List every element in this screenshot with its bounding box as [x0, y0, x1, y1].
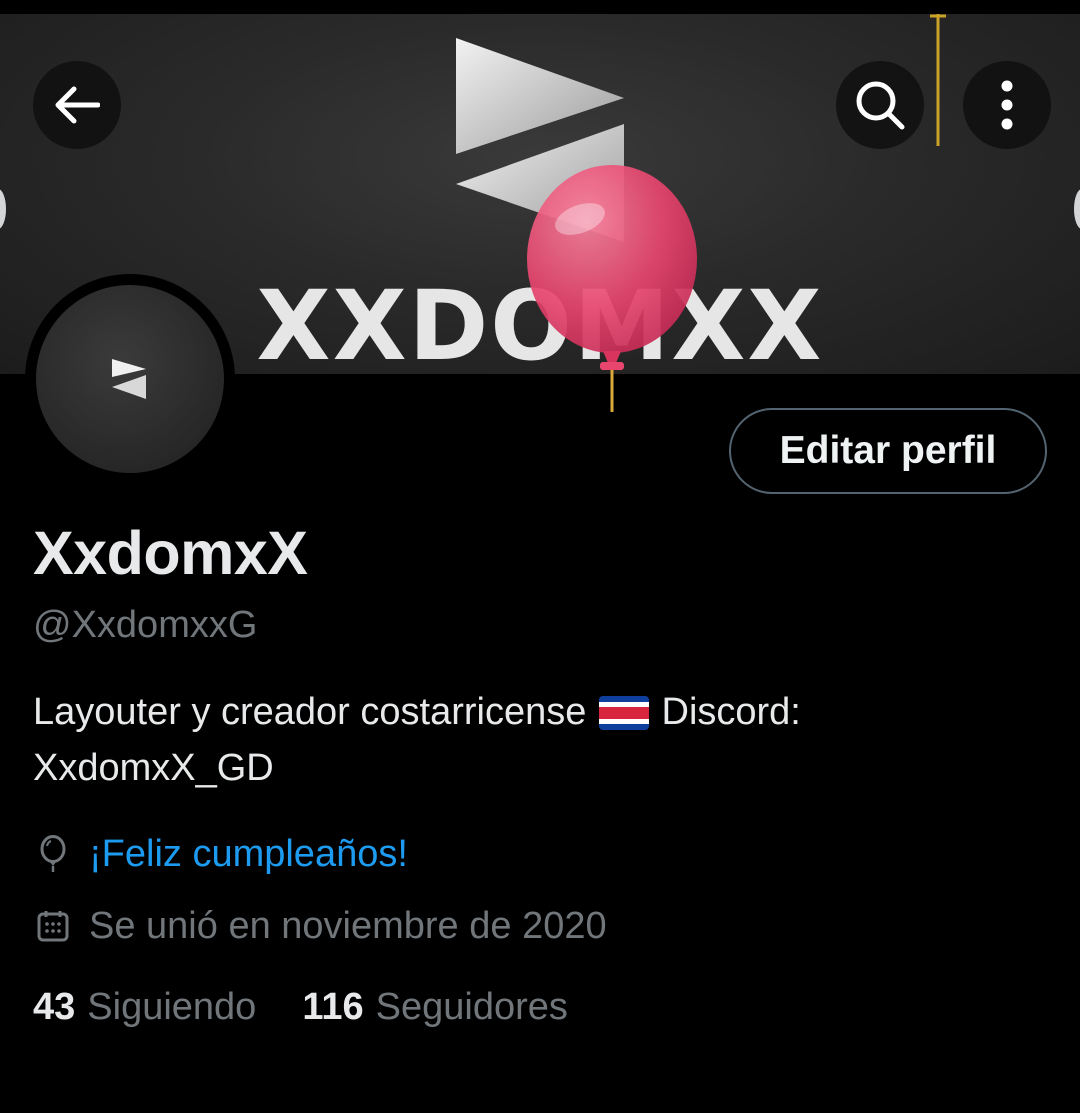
joined-date-text: Se unió en noviembre de 2020 [89, 904, 607, 947]
profile-bio: Layouter y creador costarricense Discord… [33, 684, 1043, 796]
edit-profile-button[interactable]: Editar perfil [729, 408, 1047, 494]
followers-label: Seguidores [375, 986, 568, 1028]
avatar [36, 285, 224, 473]
costa-rica-flag-icon [598, 696, 649, 730]
more-options-button[interactable] [963, 61, 1051, 149]
back-button[interactable] [33, 61, 121, 149]
avatar-logo-icon [112, 359, 146, 399]
more-vertical-icon [1001, 80, 1013, 130]
calendar-icon [33, 902, 73, 950]
following-count: 43 [33, 986, 76, 1028]
follow-stats: 43 Siguiendo 116 Seguidores [33, 986, 568, 1029]
arrow-left-icon [55, 86, 100, 124]
user-handle: @XxdomxxG [33, 604, 258, 646]
balloon-string [610, 370, 614, 412]
joined-date-row: Se unió en noviembre de 2020 [33, 902, 607, 950]
display-name: XxdomxX [33, 519, 308, 587]
following-label: Siguiendo [87, 986, 257, 1028]
followers-stat[interactable]: 116 Seguidores [302, 986, 568, 1029]
search-icon [856, 81, 905, 130]
birthday-row[interactable]: ¡Feliz cumpleaños! [33, 830, 408, 878]
following-stat[interactable]: 43 Siguiendo [33, 986, 256, 1029]
profile-page: XXDOMXX Editar perfil XxdomxX @XxdomxxG … [0, 0, 1080, 1113]
bio-text-part-1: Layouter y creador costarricense [33, 691, 597, 733]
search-button[interactable] [836, 61, 924, 149]
status-bar [0, 0, 1080, 14]
followers-count: 116 [302, 986, 364, 1028]
balloon-icon [33, 830, 73, 878]
birthday-link[interactable]: ¡Feliz cumpleaños! [89, 833, 408, 876]
avatar-ring[interactable] [25, 274, 235, 484]
balloon-shape [527, 165, 697, 353]
